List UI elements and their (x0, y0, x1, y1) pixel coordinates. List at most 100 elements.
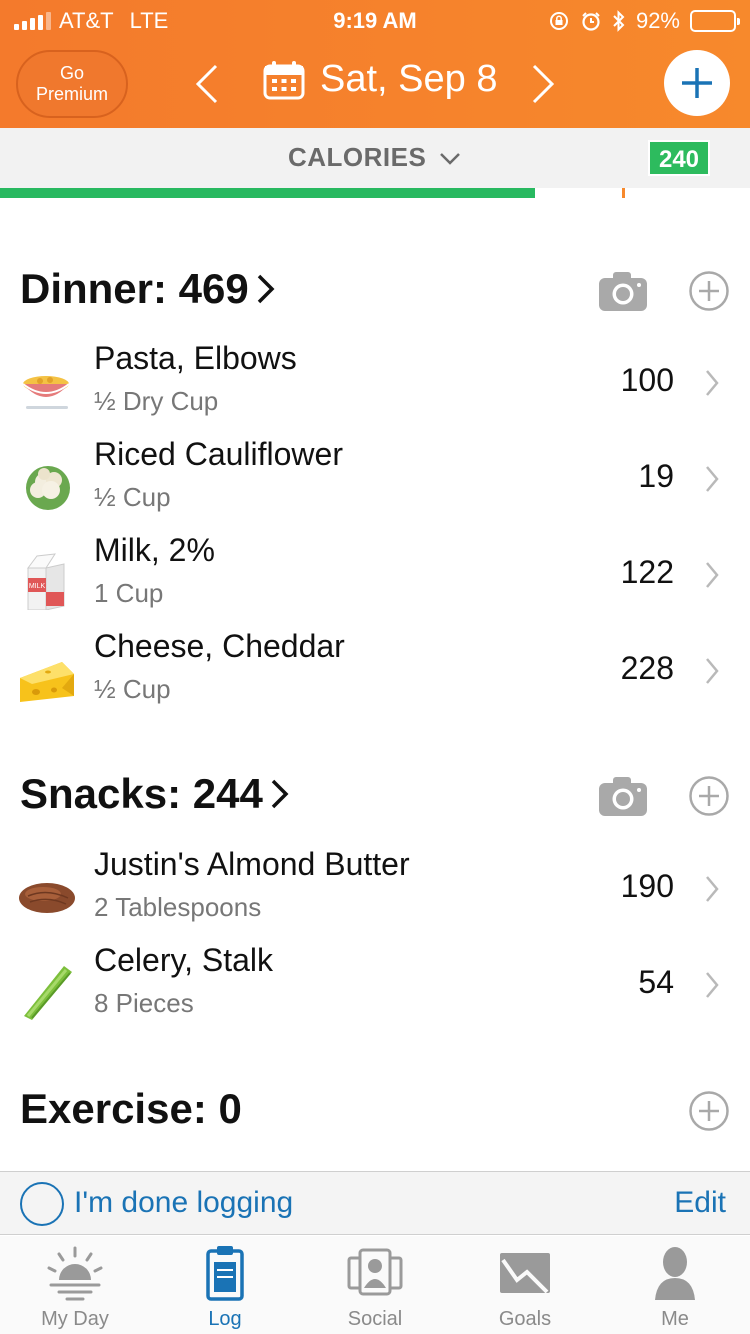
food-name: Riced Cauliflower (94, 436, 343, 472)
tab-social[interactable]: Social (300, 1236, 450, 1334)
food-row-cheese[interactable]: Cheese, Cheddar ½ Cup 228 (0, 628, 750, 724)
food-row-celery[interactable]: Celery, Stalk 8 Pieces 54 (0, 942, 750, 1038)
chevron-right-icon (706, 876, 719, 902)
tab-me[interactable]: Me (600, 1236, 750, 1334)
bluetooth-icon (613, 10, 625, 32)
next-day-button[interactable] (528, 62, 558, 106)
milk-carton-text: MILK (29, 583, 46, 590)
snacks-section-header[interactable]: Snacks: 244 (20, 770, 291, 818)
status-bar: AT&T LTE 9:19 AM 92% (0, 0, 750, 40)
done-logging-checkbox[interactable] (20, 1182, 64, 1226)
tab-label: Me (661, 1308, 689, 1330)
tab-label: Goals (498, 1308, 552, 1330)
dinner-section-header[interactable]: Dinner: 469 (20, 265, 277, 313)
tab-my-day[interactable]: My Day (0, 1236, 150, 1334)
done-logging-label[interactable]: I'm done logging (74, 1186, 293, 1220)
calories-progress-fill (0, 188, 535, 198)
calories-progress-bar (0, 188, 750, 198)
clipboard-icon (206, 1246, 244, 1301)
plus-circle-icon (689, 271, 729, 311)
dinner-title: Dinner: 469 (20, 265, 249, 312)
snacks-title: Snacks: 244 (20, 770, 263, 817)
food-portion: 1 Cup (94, 578, 164, 608)
milk-carton-icon: MILK (27, 553, 65, 610)
food-row-almond-butter[interactable]: Justin's Almond Butter 2 Tablespoons 190 (0, 846, 750, 942)
calories-dropdown[interactable]: CALORIES (0, 142, 750, 173)
sunrise-icon (47, 1246, 103, 1301)
food-calories: 190 (620, 868, 674, 904)
chevron-right-icon (706, 658, 719, 684)
calories-label: CALORIES (287, 142, 427, 172)
food-calories: 100 (620, 362, 674, 398)
dinner-add-button[interactable] (684, 266, 734, 316)
chevron-right-icon (706, 972, 719, 998)
go-premium-line1: Go (59, 63, 84, 83)
date-selector[interactable]: Sat, Sep 8 (262, 58, 497, 101)
plus-circle-icon (689, 1091, 729, 1131)
food-name: Pasta, Elbows (94, 340, 297, 376)
person-icon (655, 1247, 695, 1300)
chevron-right-icon (706, 562, 719, 588)
pasta-bowl-icon (22, 376, 70, 409)
dinner-photo-button[interactable] (598, 266, 648, 316)
exercise-title: Exercise: 0 (20, 1085, 242, 1132)
food-name: Cheese, Cheddar (94, 628, 345, 664)
almond-icon (19, 883, 75, 913)
tab-log[interactable]: Log (150, 1236, 300, 1334)
battery-icon (690, 10, 740, 32)
food-row-pasta[interactable]: Pasta, Elbows ½ Dry Cup 100 (0, 340, 750, 436)
food-calories: 122 (620, 554, 674, 590)
rotation-lock-icon (549, 12, 568, 30)
go-premium-button[interactable]: Go Premium (16, 50, 128, 118)
camera-icon (599, 777, 647, 816)
status-right: 92% (548, 8, 740, 34)
chevron-right-icon (271, 779, 289, 809)
food-portion: 8 Pieces (94, 988, 194, 1018)
exercise-section-header[interactable]: Exercise: 0 (20, 1085, 242, 1133)
camera-icon (599, 272, 647, 311)
food-calories: 54 (638, 964, 674, 1000)
tab-goals[interactable]: Goals (450, 1236, 600, 1334)
plus-icon (682, 68, 712, 98)
alarm-icon (582, 12, 600, 31)
food-portion: 2 Tablespoons (94, 892, 262, 922)
chevron-left-icon (195, 64, 218, 104)
chevron-down-icon (440, 153, 460, 165)
cauliflower-icon (26, 466, 70, 510)
exercise-add-button[interactable] (684, 1086, 734, 1136)
go-premium-line2: Premium (35, 84, 108, 104)
calories-remaining-badge: 240 (648, 140, 710, 176)
app-header: AT&T LTE 9:19 AM 92% Go Premium Sat, Sep… (0, 0, 750, 128)
food-portion: ½ Dry Cup (94, 386, 219, 416)
tab-label: Social (347, 1308, 403, 1330)
chevron-right-icon (706, 370, 719, 396)
calendar-icon (263, 60, 305, 99)
people-icon (347, 1248, 403, 1296)
tab-label: My Day (41, 1308, 109, 1330)
food-row-cauliflower[interactable]: Riced Cauliflower ½ Cup 19 (0, 436, 750, 532)
snacks-photo-button[interactable] (598, 771, 648, 821)
chevron-right-icon (257, 274, 275, 304)
chevron-right-icon (706, 466, 719, 492)
food-portion: ½ Cup (94, 482, 171, 512)
food-calories: 19 (638, 458, 674, 494)
food-name: Justin's Almond Butter (94, 846, 410, 882)
tab-label: Log (208, 1308, 242, 1330)
chevron-right-icon (532, 64, 555, 104)
battery-percent: 92% (635, 8, 680, 33)
plus-circle-icon (689, 776, 729, 816)
food-calories: 228 (620, 650, 674, 686)
food-name: Celery, Stalk (94, 942, 274, 978)
food-portion: ½ Cup (94, 674, 171, 704)
previous-day-button[interactable] (192, 62, 222, 106)
food-row-milk[interactable]: MILK Milk, 2% 1 Cup 122 (0, 532, 750, 628)
add-entry-button[interactable] (664, 50, 730, 116)
snacks-add-button[interactable] (684, 771, 734, 821)
cheese-icon (20, 662, 74, 702)
calorie-goal-marker (622, 188, 625, 198)
edit-button[interactable]: Edit (674, 1186, 726, 1220)
calories-bar[interactable]: CALORIES 240 (0, 128, 750, 188)
done-logging-bar: I'm done logging Edit (0, 1171, 750, 1235)
current-date: Sat, Sep 8 (320, 58, 498, 100)
celery-icon (24, 966, 72, 1020)
